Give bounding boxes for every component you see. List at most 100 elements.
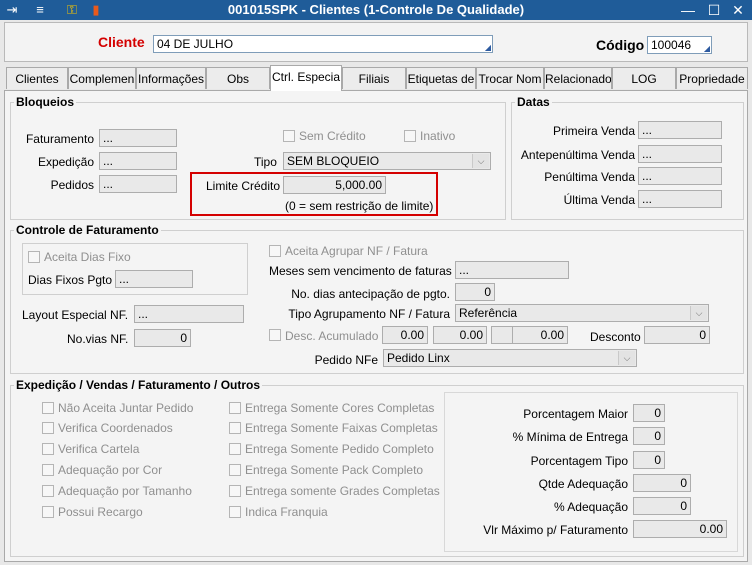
- tab-etiquetas[interactable]: Etiquetas de: [406, 67, 476, 89]
- ultima-venda-field[interactable]: ...: [638, 190, 722, 208]
- porcentagem-maior-field[interactable]: 0: [633, 404, 665, 422]
- porcentagem-tipo-field[interactable]: 0: [633, 451, 665, 469]
- aceita-agrupar-label: Aceita Agrupar NF / Fatura: [285, 244, 428, 258]
- check-indica-franquia[interactable]: [229, 506, 241, 518]
- tab-propriedade[interactable]: Propriedade: [676, 67, 748, 89]
- antepenultima-venda-label: Antepenúltima Venda: [520, 148, 635, 162]
- codigo-label: Código: [596, 37, 645, 53]
- tab-informacoes[interactable]: Informações: [136, 67, 206, 89]
- antecipacao-label: No. dias antecipação de pgto.: [291, 287, 450, 301]
- tab-ctrl-especial[interactable]: Ctrl. Especia: [270, 65, 342, 91]
- label-pedido-completo: Entrega Somente Pedido Completo: [245, 442, 434, 456]
- expedicao-label: Expedição: [37, 155, 94, 169]
- inativo-checkbox[interactable]: [404, 130, 416, 142]
- layout-especial-field[interactable]: ...: [134, 305, 244, 323]
- faturamento-field[interactable]: ...: [99, 129, 177, 147]
- desconto-field[interactable]: 0: [644, 326, 710, 344]
- meses-sem-vencimento-field[interactable]: ...: [455, 261, 569, 279]
- check-cores-completas[interactable]: [229, 402, 241, 414]
- check-verifica-coordenados[interactable]: [42, 422, 54, 434]
- faturamento-label: Faturamento: [25, 132, 94, 146]
- check-adequacao-cor[interactable]: [42, 464, 54, 476]
- tipo-agrupamento-label: Tipo Agrupamento NF / Fatura: [288, 307, 450, 321]
- tab-complemento[interactable]: Complemen: [68, 67, 136, 89]
- desc-acumulado-field-4[interactable]: 0.00: [512, 326, 568, 344]
- penultima-venda-field[interactable]: ...: [638, 167, 722, 185]
- codigo-field[interactable]: 100046 ◢: [647, 36, 712, 54]
- check-adequacao-tamanho[interactable]: [42, 485, 54, 497]
- expedicao-vendas-title: Expedição / Vendas / Faturamento / Outro…: [14, 378, 263, 392]
- limite-credito-label: Limite Crédito: [206, 179, 281, 193]
- cliente-value: 04 DE JULHO: [157, 37, 234, 51]
- ultima-venda-label: Última Venda: [563, 193, 635, 207]
- tab-obs[interactable]: Obs: [206, 67, 270, 89]
- limite-credito-field[interactable]: 5,000.00: [283, 176, 386, 194]
- tab-log[interactable]: LOG: [612, 67, 676, 89]
- maximize-button[interactable]: ☐: [702, 1, 726, 19]
- antepenultima-venda-field[interactable]: ...: [638, 145, 722, 163]
- check-possui-recargo[interactable]: [42, 506, 54, 518]
- label-cores-completas: Entrega Somente Cores Completas: [245, 401, 435, 415]
- aceita-agrupar-checkbox[interactable]: [269, 245, 281, 257]
- tab-trocar-nome[interactable]: Trocar Nom: [476, 67, 544, 89]
- tipo-agrupamento-select[interactable]: Referência ⌵: [455, 304, 709, 322]
- primeira-venda-label: Primeira Venda: [552, 124, 635, 138]
- desc-acumulado-field-1[interactable]: 0.00: [382, 326, 428, 344]
- tab-relacionado[interactable]: Relacionado: [544, 67, 612, 89]
- check-verifica-cartela[interactable]: [42, 443, 54, 455]
- no-vias-label: No.vias NF.: [67, 332, 129, 346]
- sem-credito-checkbox[interactable]: [283, 130, 295, 142]
- chevron-down-icon[interactable]: ⌵: [618, 351, 635, 365]
- label-faixas-completas: Entrega Somente Faixas Completas: [245, 421, 438, 435]
- penultima-venda-label: Penúltima Venda: [544, 170, 635, 184]
- tab-filiais[interactable]: Filiais: [342, 67, 406, 89]
- check-grades-completas[interactable]: [229, 485, 241, 497]
- chevron-down-icon[interactable]: ⌵: [472, 154, 489, 168]
- tab-clientes[interactable]: Clientes: [6, 67, 68, 89]
- chevron-down-icon[interactable]: ⌵: [690, 306, 707, 320]
- label-pack-completo: Entrega Somente Pack Completo: [245, 463, 424, 477]
- aceita-dias-fixo-label: Aceita Dias Fixo: [44, 250, 131, 264]
- label-adequacao-cor: Adequação por Cor: [58, 463, 163, 477]
- limite-credito-note: (0 = sem restrição de limite): [285, 199, 434, 213]
- primeira-venda-field[interactable]: ...: [638, 121, 722, 139]
- tipo-select[interactable]: SEM BLOQUEIO ⌵: [283, 152, 491, 170]
- qtde-adequacao-label: Qtde Adequação: [538, 477, 628, 491]
- minima-entrega-field[interactable]: 0: [633, 427, 665, 445]
- vlr-maximo-field[interactable]: 0.00: [633, 520, 727, 538]
- pedido-nfe-label: Pedido NFe: [314, 353, 378, 367]
- tipo-label: Tipo: [254, 155, 277, 169]
- adequacao-percent-field[interactable]: 0: [633, 497, 691, 515]
- label-nao-aceita-juntar: Não Aceita Juntar Pedido: [58, 401, 194, 415]
- qtde-adequacao-field[interactable]: 0: [633, 474, 691, 492]
- vlr-maximo-label: Vlr Máximo p/ Faturamento: [483, 523, 628, 537]
- window-title: 001015SPK - Clientes (1-Controle De Qual…: [227, 2, 525, 17]
- pedidos-field[interactable]: ...: [99, 175, 177, 193]
- check-pack-completo[interactable]: [229, 464, 241, 476]
- close-button[interactable]: ✕: [726, 1, 750, 19]
- cliente-label: Cliente: [98, 34, 145, 50]
- tipo-agrupamento-value: Referência: [459, 306, 518, 320]
- aceita-dias-fixo-checkbox[interactable]: [28, 251, 40, 263]
- check-faixas-completas[interactable]: [229, 422, 241, 434]
- desc-acumulado-checkbox[interactable]: [269, 329, 281, 341]
- label-adequacao-tamanho: Adequação por Tamanho: [58, 484, 192, 498]
- check-nao-aceita-juntar[interactable]: [42, 402, 54, 414]
- expedicao-field[interactable]: ...: [99, 152, 177, 170]
- controle-faturamento-title: Controle de Faturamento: [14, 223, 161, 237]
- bloqueios-title: Bloqueios: [14, 95, 77, 109]
- check-pedido-completo[interactable]: [229, 443, 241, 455]
- porcentagem-maior-label: Porcentagem Maior: [523, 407, 628, 421]
- minima-entrega-label: % Mínima de Entrega: [512, 430, 628, 444]
- desconto-label: Desconto: [590, 330, 641, 344]
- no-vias-field[interactable]: 0: [134, 329, 191, 347]
- pedido-nfe-select[interactable]: Pedido Linx ⌵: [383, 349, 637, 367]
- cliente-field[interactable]: 04 DE JULHO ◢: [153, 35, 493, 53]
- inativo-label: Inativo: [420, 129, 456, 143]
- minimize-button[interactable]: —: [676, 1, 700, 19]
- desc-acumulado-field-2[interactable]: 0.00: [433, 326, 487, 344]
- antecipacao-field[interactable]: 0: [455, 283, 495, 301]
- adequacao-percent-label: % Adequação: [553, 500, 628, 514]
- dias-fixos-field[interactable]: ...: [115, 270, 193, 288]
- label-verifica-cartela: Verifica Cartela: [58, 442, 140, 456]
